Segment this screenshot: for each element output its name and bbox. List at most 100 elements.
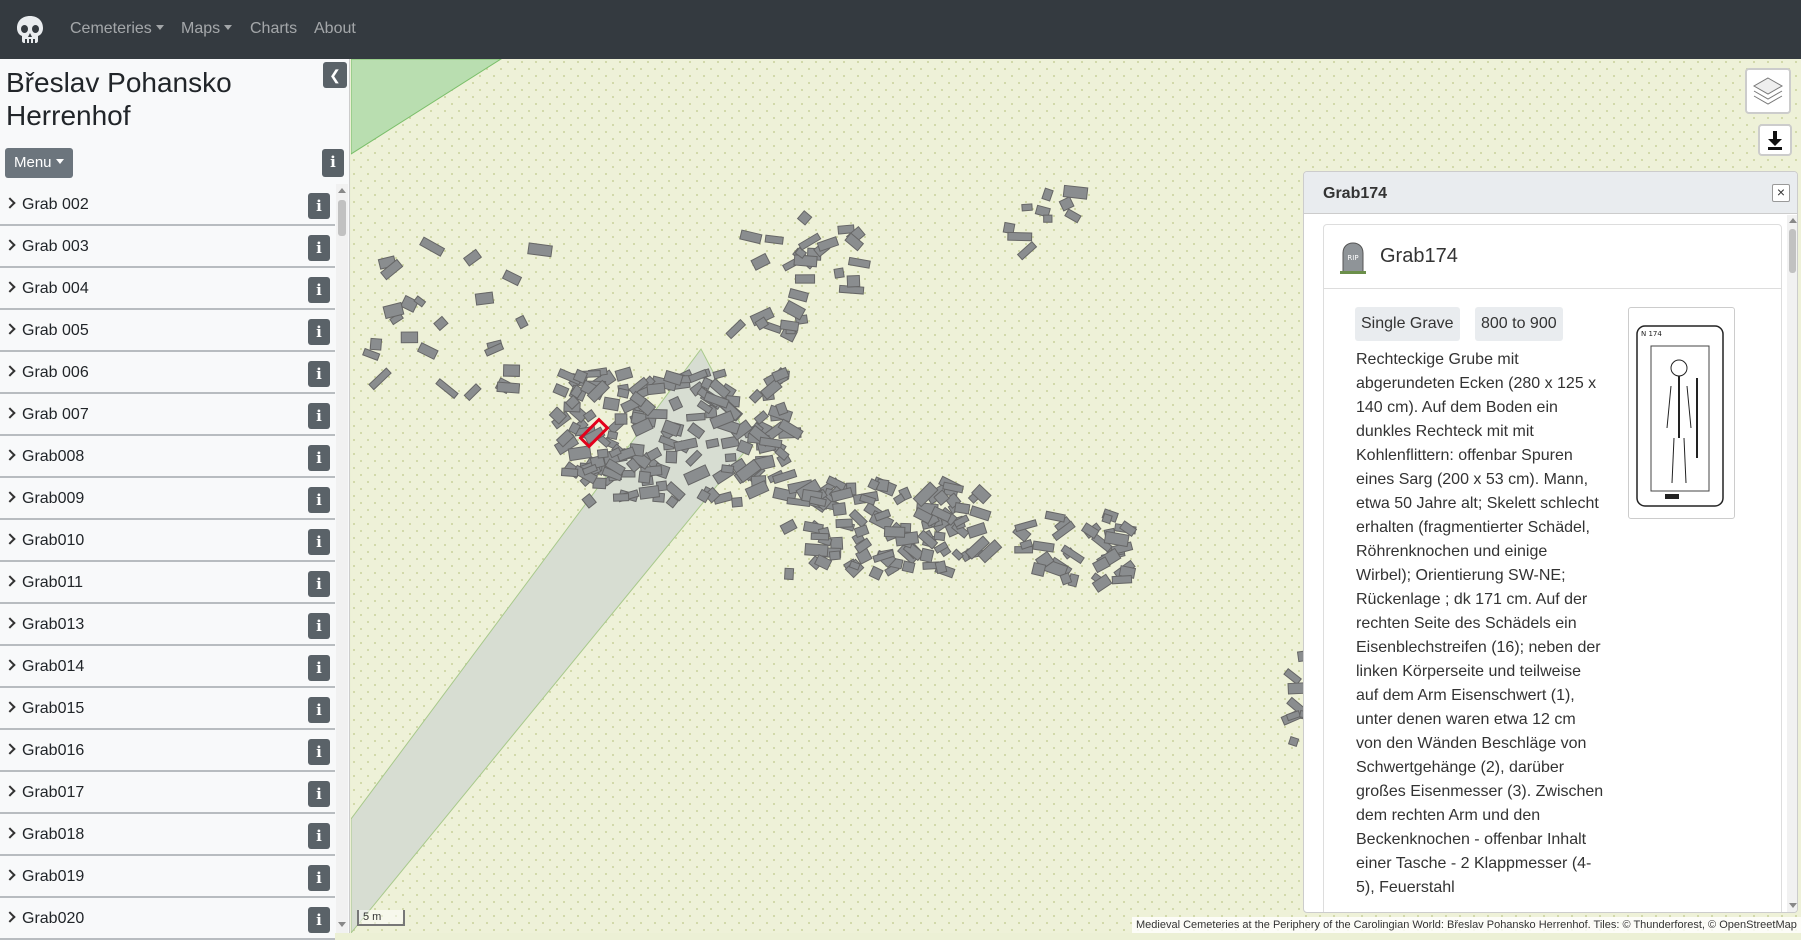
grave-list-item[interactable]: Grab 006 i [0,352,335,394]
grave-drawing-image[interactable]: N 174 [1628,307,1735,519]
grave-polygon[interactable] [1062,184,1089,200]
collapse-sidebar-button[interactable]: ❮ [323,62,347,88]
grave-polygon[interactable] [1021,203,1033,212]
grave-polygon[interactable] [1031,561,1047,577]
grave-info-button[interactable]: i [308,361,330,387]
grave-info-button[interactable]: i [308,529,330,555]
grave-list-item[interactable]: Grab 002 i [0,184,335,226]
grave-polygon[interactable] [810,532,830,541]
nav-cemeteries[interactable]: Cemeteries [70,20,164,38]
grave-list-item[interactable]: Grab016 i [0,730,335,772]
grave-polygon[interactable] [400,331,419,344]
grave-list-item[interactable]: Grab020 i [0,898,335,940]
grave-polygon[interactable] [720,464,735,474]
grave-polygon[interactable] [934,560,948,575]
chevron-right-icon[interactable] [4,323,16,335]
grave-info-button[interactable]: i [308,781,330,807]
sidebar-scrollbar[interactable] [336,184,348,933]
download-button[interactable] [1758,124,1792,156]
grave-list-item[interactable]: Grab008 i [0,436,335,478]
grave-list-item[interactable]: Grab 005 i [0,310,335,352]
grave-polygon[interactable] [612,493,630,502]
nav-charts[interactable]: Charts [250,20,297,38]
grave-polygon[interactable] [614,413,628,425]
grave-info-button[interactable]: i [308,823,330,849]
grave-polygon[interactable] [646,382,666,396]
grave-polygon[interactable] [901,560,916,574]
grave-polygon[interactable] [784,567,795,581]
grave-polygon[interactable] [705,437,720,449]
grave-list-item[interactable]: Grab 007 i [0,394,335,436]
grave-polygon[interactable] [502,364,521,377]
grave-info-button[interactable]: i [308,613,330,639]
scrollbar-thumb[interactable] [338,200,346,236]
grave-polygon[interactable] [567,445,592,462]
grave-polygon[interactable] [1111,575,1133,585]
chevron-right-icon[interactable] [4,701,16,713]
grave-info-button[interactable]: i [308,697,330,723]
grave-polygon[interactable] [933,531,946,542]
grave-polygon[interactable] [1007,231,1033,242]
grave-polygon[interactable] [638,484,661,500]
grave-list-item[interactable]: Grab013 i [0,604,335,646]
grave-polygon[interactable] [1043,214,1053,223]
grave-polygon[interactable] [919,547,935,564]
grave-info-button[interactable]: i [308,277,330,303]
grave-list-item[interactable]: Grab 003 i [0,226,335,268]
grave-polygon[interactable] [846,274,861,288]
grave-polygon[interactable] [638,470,652,484]
chevron-right-icon[interactable] [4,407,16,419]
chevron-right-icon[interactable] [4,743,16,755]
chevron-right-icon[interactable] [4,197,16,209]
grave-polygon[interactable] [764,234,784,245]
grave-info-button[interactable]: i [308,865,330,891]
grave-polygon[interactable] [496,381,521,394]
panel-scrollbar[interactable] [1787,215,1797,912]
chevron-right-icon[interactable] [4,281,16,293]
grave-polygon[interactable] [835,518,853,529]
grave-list-item[interactable]: Grab011 i [0,562,335,604]
grave-info-button[interactable]: i [308,193,330,219]
scroll-up-icon[interactable] [338,188,346,193]
grave-info-button[interactable]: i [308,487,330,513]
nav-about[interactable]: About [314,20,356,38]
chevron-right-icon[interactable] [4,491,16,503]
skull-icon[interactable] [14,14,46,46]
grave-info-button[interactable]: i [308,319,330,345]
grave-polygon[interactable] [832,502,847,517]
grave-list-item[interactable]: Grab010 i [0,520,335,562]
grave-polygon[interactable] [953,502,971,515]
grave-polygon[interactable] [474,291,495,306]
grave-info-button[interactable]: i [308,739,330,765]
grave-polygon[interactable] [606,430,619,441]
chevron-right-icon[interactable] [4,239,16,251]
chevron-right-icon[interactable] [4,533,16,545]
grave-info-button[interactable]: i [308,235,330,261]
nav-maps[interactable]: Maps [181,20,233,38]
chevron-right-icon[interactable] [4,869,16,881]
grave-list-item[interactable]: Grab 004 i [0,268,335,310]
grave-list-item[interactable]: Grab015 i [0,688,335,730]
grave-polygon[interactable] [731,496,743,508]
grave-polygon[interactable] [596,448,609,459]
grave-list-item[interactable]: Grab009 i [0,478,335,520]
chevron-right-icon[interactable] [4,617,16,629]
chevron-right-icon[interactable] [4,911,16,923]
grave-info-button[interactable]: i [308,655,330,681]
chevron-right-icon[interactable] [4,827,16,839]
grave-polygon[interactable] [602,396,621,412]
grave-polygon[interactable] [724,452,737,463]
grave-polygon[interactable] [833,267,845,279]
grave-polygon[interactable] [828,550,841,561]
grave-info-button[interactable]: i [308,907,330,933]
grave-list-item[interactable]: Grab019 i [0,856,335,898]
chevron-right-icon[interactable] [4,659,16,671]
chevron-right-icon[interactable] [4,365,16,377]
chevron-right-icon[interactable] [4,449,16,461]
grave-list-item[interactable]: Grab018 i [0,814,335,856]
grave-polygon[interactable] [560,467,579,478]
scroll-down-icon[interactable] [338,922,346,927]
grave-polygon[interactable] [883,526,906,538]
chevron-right-icon[interactable] [4,785,16,797]
grave-polygon[interactable] [665,450,678,464]
